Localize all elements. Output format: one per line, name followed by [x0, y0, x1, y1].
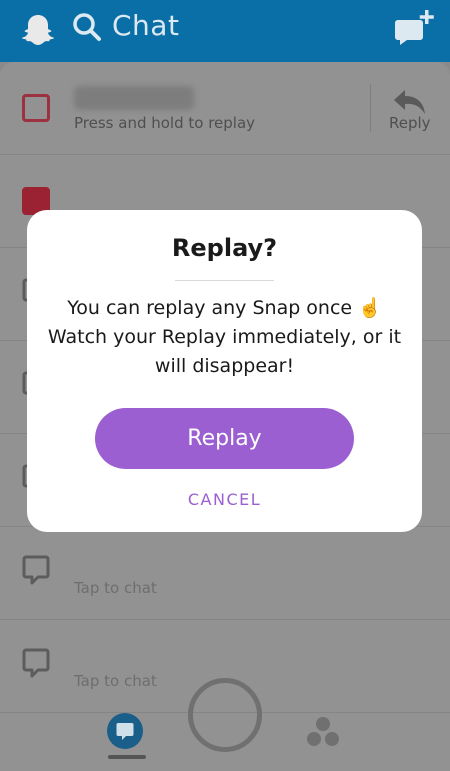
- list-item-subtitle: Tap to chat: [74, 579, 157, 597]
- replay-dialog: Replay? You can replay any Snap once ☝️ …: [27, 210, 422, 532]
- list-item[interactable]: Press and hold to replay Reply: [0, 62, 450, 155]
- top-bar: Chat: [0, 0, 450, 62]
- friends-icon[interactable]: [306, 716, 340, 748]
- replay-button[interactable]: Replay: [95, 408, 354, 469]
- active-tab-indicator: [108, 755, 146, 759]
- dialog-title: Replay?: [171, 234, 278, 262]
- chat-bubble-icon: [22, 648, 50, 678]
- divider: [370, 84, 371, 132]
- capture-button[interactable]: [188, 678, 262, 752]
- cancel-button[interactable]: CANCEL: [27, 490, 422, 509]
- reply-icon[interactable]: [392, 88, 428, 116]
- ghost-icon[interactable]: [20, 12, 56, 48]
- chat-icon[interactable]: [106, 712, 144, 750]
- list-item-subtitle: Tap to chat: [74, 672, 157, 690]
- reply-button[interactable]: Reply: [389, 114, 431, 132]
- new-chat-icon[interactable]: [392, 8, 436, 48]
- contact-name-blurred: [74, 86, 194, 110]
- divider: [175, 280, 274, 281]
- chat-bubble-icon: [22, 555, 50, 585]
- unread-snap-icon: [22, 94, 50, 122]
- search-icon[interactable]: [72, 12, 102, 42]
- page-title: Chat: [112, 9, 180, 42]
- list-item[interactable]: Tap to chat: [0, 527, 450, 620]
- dialog-message: You can replay any Snap once ☝️ Watch yo…: [47, 297, 402, 377]
- list-item-subtitle: Press and hold to replay: [74, 114, 256, 132]
